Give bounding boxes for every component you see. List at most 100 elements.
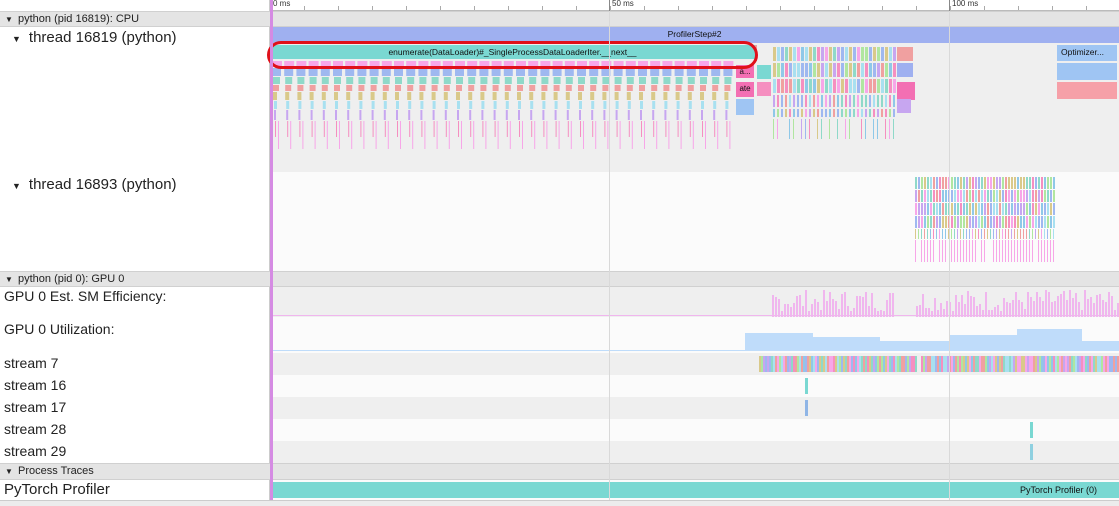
trace-slice[interactable] xyxy=(467,68,477,76)
collapse-triangle-icon[interactable]: ▼ xyxy=(4,181,29,191)
trace-slice[interactable] xyxy=(558,121,560,149)
kernel-slice[interactable] xyxy=(781,356,783,372)
trace-slice[interactable] xyxy=(987,177,989,189)
sm-efficiency-bar[interactable] xyxy=(1018,300,1020,317)
trace-slice[interactable] xyxy=(1050,177,1052,189)
trace-slice[interactable] xyxy=(712,92,717,100)
trace-slice[interactable] xyxy=(626,85,633,91)
trace-slice[interactable] xyxy=(981,177,983,189)
sm-efficiency-bar[interactable] xyxy=(976,306,978,317)
trace-slice[interactable] xyxy=(837,63,840,77)
kernel-slice[interactable] xyxy=(1059,356,1061,372)
pytorch-profiler-timeline[interactable]: PyTorch Profiler (0) xyxy=(270,480,1119,500)
trace-slice[interactable] xyxy=(963,190,965,202)
trace-slice[interactable] xyxy=(969,229,970,239)
kernel-slice[interactable] xyxy=(759,356,761,372)
kernel-slice[interactable] xyxy=(1115,356,1117,372)
kernel-slice[interactable] xyxy=(929,356,931,372)
trace-slice[interactable] xyxy=(680,121,682,149)
trace-slice[interactable] xyxy=(945,190,947,202)
kernel-slice[interactable] xyxy=(835,356,837,372)
sm-efficiency-bar[interactable] xyxy=(988,310,990,317)
trace-slice[interactable] xyxy=(1038,177,1040,189)
collapse-triangle-icon[interactable]: ▼ xyxy=(0,465,14,479)
trace-slice[interactable] xyxy=(348,121,350,137)
trace-slice[interactable] xyxy=(861,119,862,139)
trace-slice[interactable] xyxy=(963,240,964,262)
trace-slice[interactable] xyxy=(1029,203,1031,215)
trace-slice[interactable] xyxy=(817,47,820,61)
trace-slice[interactable] xyxy=(813,109,815,117)
trace-slice[interactable] xyxy=(675,77,683,84)
sm-efficiency-bar[interactable] xyxy=(970,296,972,317)
stream-label[interactable]: stream 28 xyxy=(0,421,270,437)
trace-slice[interactable] xyxy=(1041,229,1042,239)
sm-efficiency-bar[interactable] xyxy=(1042,301,1044,317)
trace-slice[interactable] xyxy=(485,121,487,149)
sm-efficiency-bar[interactable] xyxy=(799,295,801,317)
stream-label[interactable]: stream 29 xyxy=(0,443,270,459)
trace-slice[interactable] xyxy=(370,85,377,91)
trace-slice[interactable] xyxy=(789,63,792,77)
trace-slice[interactable] xyxy=(1050,190,1052,202)
trace-slice[interactable] xyxy=(978,229,979,239)
trace-slice[interactable] xyxy=(921,203,923,215)
kernel-slice[interactable] xyxy=(1113,356,1115,372)
trace-slice[interactable] xyxy=(1014,190,1016,202)
kernel-slice[interactable] xyxy=(931,356,933,372)
kernel-slice[interactable] xyxy=(847,356,849,372)
sm-efficiency-bar[interactable] xyxy=(865,292,867,317)
trace-slice[interactable] xyxy=(541,85,548,91)
trace-slice[interactable] xyxy=(951,203,953,215)
trace-slice[interactable] xyxy=(1008,190,1010,202)
kernel-slice[interactable] xyxy=(1005,356,1007,372)
trace-slice[interactable] xyxy=(773,95,775,107)
kernel-slice[interactable] xyxy=(1037,356,1039,372)
trace-slice[interactable] xyxy=(724,77,732,84)
collapse-triangle-icon[interactable]: ▼ xyxy=(0,13,14,27)
trace-slice[interactable] xyxy=(821,95,823,107)
trace-slice[interactable] xyxy=(861,95,863,107)
trace-slice[interactable] xyxy=(1053,203,1055,215)
trace-slice[interactable] xyxy=(616,121,618,137)
trace-slice[interactable] xyxy=(853,63,856,77)
trace-slice[interactable] xyxy=(918,190,920,202)
kernel-slice[interactable] xyxy=(821,356,823,372)
trace-slice[interactable] xyxy=(1041,177,1043,189)
trace-slice[interactable] xyxy=(1014,203,1016,215)
trace-slice[interactable] xyxy=(1032,177,1034,189)
kernel-slice[interactable] xyxy=(805,356,807,372)
trace-slice[interactable] xyxy=(497,121,499,149)
trace-slice[interactable] xyxy=(978,216,980,228)
trace-slice[interactable] xyxy=(518,101,521,109)
trace-slice[interactable] xyxy=(915,240,916,262)
trace-slice[interactable] xyxy=(869,95,871,107)
trace-slice[interactable] xyxy=(397,121,398,137)
sm-efficiency-bar[interactable] xyxy=(880,310,882,317)
trace-slice[interactable] xyxy=(969,240,970,262)
trace-slice[interactable] xyxy=(420,110,423,120)
kernel-slice[interactable] xyxy=(839,356,841,372)
trace-slice[interactable] xyxy=(841,79,844,93)
trace-slice[interactable] xyxy=(729,121,731,149)
sm-efficiency-bar[interactable] xyxy=(853,308,855,317)
kernel-slice[interactable] xyxy=(803,356,805,372)
trace-slice[interactable] xyxy=(833,79,836,93)
trace-slice[interactable] xyxy=(785,47,788,61)
kernel-slice[interactable] xyxy=(955,356,957,372)
trace-slice[interactable] xyxy=(700,85,706,91)
kernel-slice[interactable] xyxy=(843,356,845,372)
sm-efficiency-bar[interactable] xyxy=(1087,299,1089,317)
kernel-slice[interactable] xyxy=(921,356,923,372)
kernel-slice[interactable] xyxy=(823,356,825,372)
trace-slice[interactable] xyxy=(793,47,796,61)
kernel-slice[interactable] xyxy=(1087,356,1089,372)
trace-slice[interactable] xyxy=(1020,190,1022,202)
trace-slice[interactable] xyxy=(419,85,426,91)
trace-slice[interactable] xyxy=(543,121,545,137)
trace-slice[interactable] xyxy=(1026,216,1028,228)
trace-slice[interactable] xyxy=(298,101,302,109)
trace-slice[interactable] xyxy=(1005,240,1006,262)
kernel-slice[interactable] xyxy=(1105,356,1107,372)
trace-slice[interactable] xyxy=(1005,177,1007,189)
